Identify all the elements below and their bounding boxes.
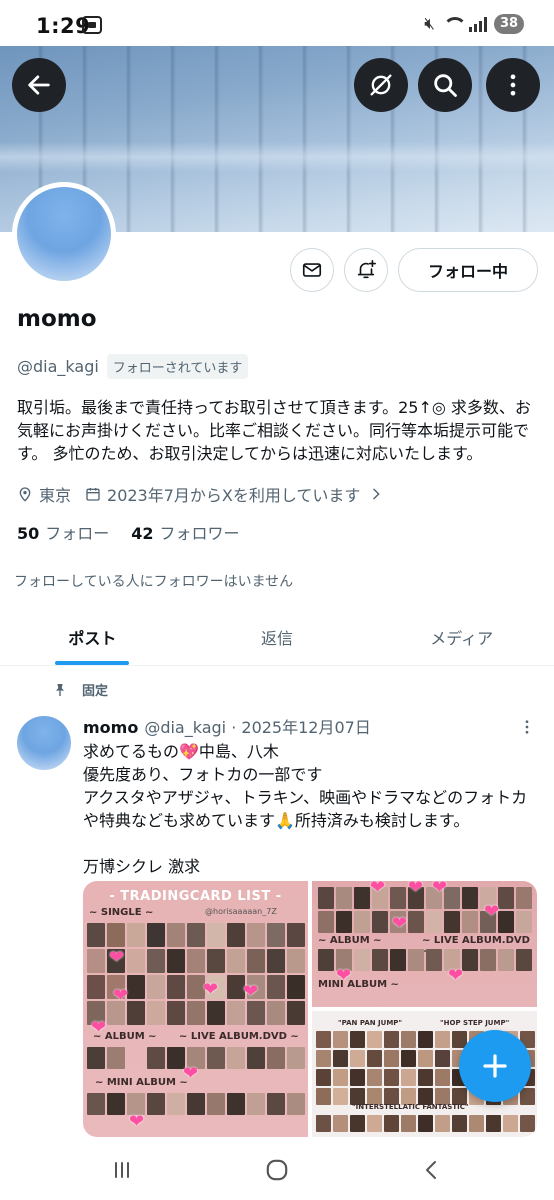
recent-apps-icon <box>115 1162 129 1178</box>
heart-sticker: ❤ <box>336 965 352 986</box>
post-header: momo @dia_kagi · 2025年12月07日 <box>83 714 371 738</box>
card-thumbnails <box>318 887 532 933</box>
following-count: 50 <box>17 524 40 543</box>
section-label: "INTERSTELLATIC FANTASTIC" <box>352 1103 469 1111</box>
post-image-album-list[interactable]: ~ ALBUM ~ ~ LIVE ALBUM.DVD ~ MINI ALBUM … <box>312 881 537 1007</box>
section-label: ~ MINI ALBUM ~ <box>95 1077 188 1088</box>
user-handle: @dia_kagi <box>17 357 99 376</box>
card-thumbnails <box>316 1115 535 1132</box>
heart-sticker: ❤ <box>109 947 125 968</box>
follow-counts: 50 フォロー 42 フォロワー <box>17 520 240 544</box>
pin-icon <box>56 683 64 696</box>
more-vertical-icon <box>510 74 516 96</box>
arrow-left-icon <box>28 75 50 95</box>
tab-posts[interactable]: ポスト <box>0 608 185 665</box>
profile-tabs: ポスト 返信 メディア <box>0 608 554 666</box>
display-name: momo <box>17 306 97 332</box>
heart-sticker: ❤ <box>370 881 386 898</box>
following-label: フォロー <box>45 524 110 543</box>
battery-indicator: 38 <box>494 14 524 34</box>
heart-sticker: ❤ <box>129 1111 145 1132</box>
heart-sticker: ❤ <box>203 979 219 1000</box>
home-icon <box>266 1159 288 1181</box>
home-button[interactable] <box>257 1154 297 1186</box>
notifications-button[interactable] <box>344 248 388 292</box>
section-label: ~ LIVE ALBUM.DVD ~ <box>179 1031 299 1042</box>
compose-post-button[interactable] <box>459 1030 531 1102</box>
wifi-icon <box>442 16 467 32</box>
mute-icon: 🔇︎ <box>424 14 435 34</box>
heart-sticker: ❤ <box>432 881 448 898</box>
heart-sticker: ❤ <box>392 913 408 934</box>
tradingcard-title: - TRADINGCARD LIST - <box>109 889 282 904</box>
card-thumbnails <box>87 1093 305 1115</box>
handle-row: @dia_kagi フォローされています <box>17 354 249 379</box>
post-more-button[interactable] <box>518 716 536 742</box>
post-image-tradingcard-list[interactable]: - TRADINGCARD LIST - @horisaaaaan_7Z ~ S… <box>83 881 308 1137</box>
search-button[interactable] <box>418 58 472 112</box>
profile-meta: 東京 2023年7月からXを利用しています <box>17 482 384 506</box>
profile-bio: 取引垢。最後まで責任持ってお取引させて頂きます。25↑◎ 求多数、お気軽にお声掛… <box>17 398 531 463</box>
envelope-icon <box>302 263 322 277</box>
system-navigation-bar <box>0 1140 554 1200</box>
more-options-button[interactable] <box>486 58 540 112</box>
followers-count: 42 <box>131 524 154 543</box>
post-media[interactable]: - TRADINGCARD LIST - @horisaaaaan_7Z ~ S… <box>83 881 537 1137</box>
post-author-name[interactable]: momo <box>83 718 138 737</box>
heart-sticker: ❤ <box>113 985 129 1006</box>
heart-sticker: ❤ <box>408 881 424 898</box>
follows-you-badge: フォローされています <box>106 354 249 379</box>
back-nav-button[interactable] <box>412 1154 452 1186</box>
back-chevron-icon <box>426 1161 436 1179</box>
pinned-label: 固定 <box>82 684 109 699</box>
heart-sticker: ❤ <box>91 1017 107 1038</box>
section-label: "HOP STEP JUMP" <box>440 1019 510 1027</box>
recent-apps-button[interactable] <box>102 1154 142 1186</box>
heart-sticker: ❤ <box>448 965 464 986</box>
card-thumbnails <box>87 923 305 1025</box>
signal-icon <box>469 16 487 32</box>
following-button[interactable]: フォロー中 <box>398 248 538 292</box>
search-icon <box>434 74 457 97</box>
status-icons: 🔇︎ 38 <box>424 14 524 34</box>
message-button[interactable] <box>290 248 334 292</box>
section-label: "PAN PAN JUMP" <box>338 1019 403 1027</box>
calendar-icon <box>86 488 100 501</box>
heart-sticker: ❤ <box>484 901 500 922</box>
profile-location: 東京 <box>39 486 72 505</box>
followers-label: フォロワー <box>159 524 240 543</box>
chevron-right-icon[interactable] <box>368 486 384 502</box>
eye-slash-icon <box>370 74 392 96</box>
bell-plus-icon <box>357 260 376 279</box>
plus-icon <box>483 1054 507 1078</box>
more-vertical-icon <box>525 720 529 734</box>
heart-sticker: ❤ <box>243 981 259 1002</box>
pinned-indicator: 固定 <box>52 680 108 699</box>
map-pin-icon <box>19 487 31 502</box>
post-text: 求めてるもの💖中島、八木 優先度あり、フォトカの一部です アクスタやアザジャ、ト… <box>83 742 528 876</box>
mute-profile-button[interactable] <box>354 58 408 112</box>
tab-replies[interactable]: 返信 <box>185 608 370 665</box>
back-button[interactable] <box>12 58 66 112</box>
profile-joined-date: 2023年7月からXを利用しています <box>107 486 361 505</box>
section-label: ~ SINGLE ~ <box>89 907 154 918</box>
section-label: MINI ALBUM ~ <box>318 979 399 990</box>
section-label: ~ ALBUM ~ <box>318 935 382 946</box>
tab-media[interactable]: メディア <box>369 608 554 665</box>
post-author-avatar[interactable] <box>17 716 71 770</box>
followers-link[interactable]: 42 フォロワー <box>131 520 239 544</box>
post-author-meta: @dia_kagi · 2025年12月07日 <box>144 718 371 737</box>
screen-record-icon <box>82 16 102 34</box>
following-link[interactable]: 50 フォロー <box>17 520 109 544</box>
heart-sticker: ❤ <box>183 1063 199 1084</box>
status-bar: 1:29 🔇︎ 38 <box>0 0 554 48</box>
tradingcard-watermark: @horisaaaaan_7Z <box>205 907 277 916</box>
mutual-followers-note: フォローしている人にフォロワーはいません <box>14 574 294 590</box>
profile-avatar[interactable] <box>12 182 116 286</box>
